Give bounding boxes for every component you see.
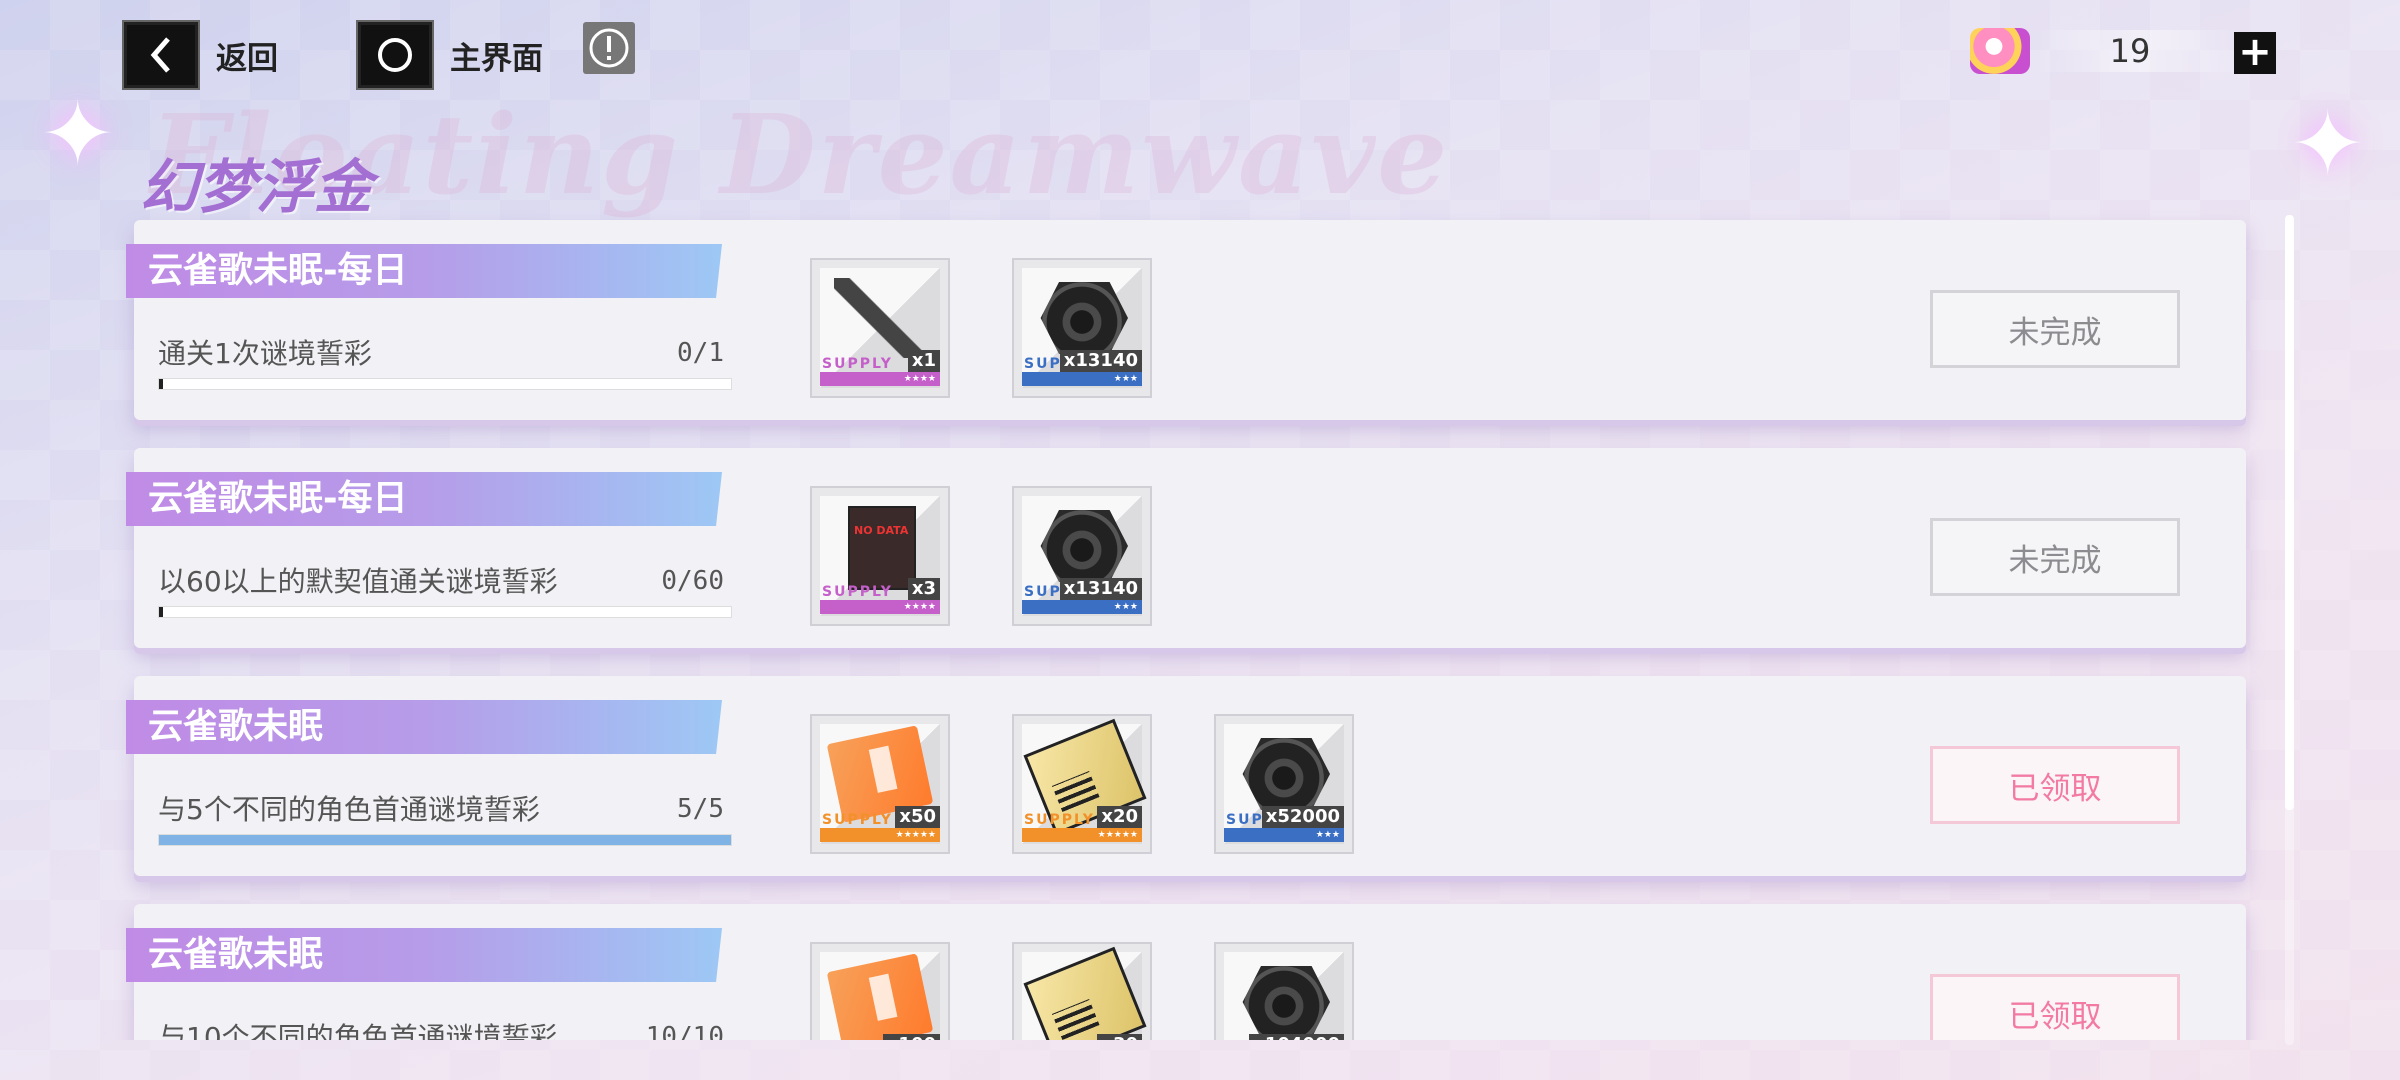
reward-quantity: x13140: [1059, 350, 1142, 372]
task-progress-text: 0/60: [661, 566, 724, 596]
reward-list: SUPPLY x100 ★★★★★ SUPPLY x30 ★★★★★ SUPPL…: [810, 942, 1354, 1040]
rarity-stars: ★★★★: [903, 374, 936, 384]
reward-quantity: x52000: [1261, 806, 1344, 828]
progress-fill: [159, 607, 163, 617]
reward-item[interactable]: SUPPLY x104000 ★★★: [1214, 942, 1354, 1040]
reward-item[interactable]: SUPPLY x13140 ★★★: [1012, 486, 1152, 626]
reward-item[interactable]: SUPPLY x3 ★★★★: [810, 486, 950, 626]
task-status-button[interactable]: 已领取: [1930, 746, 2180, 824]
reward-quantity: x13140: [1059, 578, 1142, 600]
reward-item[interactable]: SUPPLY x20 ★★★★★: [1012, 714, 1152, 854]
task-tag: 云雀歌未眠: [126, 700, 722, 754]
book-item-icon: [848, 506, 916, 590]
task-progress-bar: [158, 378, 732, 390]
task-tag: 云雀歌未眠: [126, 928, 722, 982]
task-tag: 云雀歌未眠-每日: [126, 244, 722, 298]
supply-label: SUPPLY: [822, 812, 893, 828]
reward-item[interactable]: SUPPLY x30 ★★★★★: [1012, 942, 1152, 1040]
reward-item[interactable]: SUPPLY x100 ★★★★★: [810, 942, 950, 1040]
task-card: 云雀歌未眠 与10个不同的角色首通谜境誓彩 10/10 SUPPLY x100 …: [126, 904, 2246, 1040]
reward-quantity: x3: [907, 578, 940, 600]
task-status-button[interactable]: 未完成: [1930, 290, 2180, 368]
reward-list: SUPPLY x3 ★★★★ SUPPLY x13140 ★★★: [810, 486, 1152, 626]
reward-item[interactable]: SUPPLY x50 ★★★★★: [810, 714, 950, 854]
task-list: 云雀歌未眠-每日 通关1次谜境誓彩 0/1 SUPPLY x1 ★★★★ SUP…: [0, 0, 2400, 1040]
task-description: 与10个不同的角色首通谜境誓彩: [158, 1021, 558, 1040]
task-description: 与5个不同的角色首通谜境誓彩: [158, 793, 540, 826]
reward-quantity: x30: [1097, 1034, 1142, 1040]
reward-quantity: x20: [1097, 806, 1142, 828]
reward-item[interactable]: SUPPLY x1 ★★★★: [810, 258, 950, 398]
rarity-stars: ★★★★: [903, 602, 936, 612]
progress-fill: [159, 835, 731, 845]
reward-quantity: x100: [882, 1034, 940, 1040]
task-progress-bar: [158, 834, 732, 846]
reward-quantity: x50: [895, 806, 940, 828]
task-description: 以60以上的默契值通关谜境誓彩: [158, 565, 558, 598]
task-progress-text: 5/5: [677, 794, 724, 824]
task-card: 云雀歌未眠-每日 以60以上的默契值通关谜境誓彩 0/60 SUPPLY x3 …: [126, 448, 2246, 648]
supply-label: SUPPLY: [822, 584, 893, 600]
progress-fill: [159, 379, 163, 389]
reward-list: SUPPLY x1 ★★★★ SUPPLY x13140 ★★★: [810, 258, 1152, 398]
rarity-stars: ★★★★★: [1097, 830, 1138, 840]
reward-list: SUPPLY x50 ★★★★★ SUPPLY x20 ★★★★★ SUPPLY…: [810, 714, 1354, 854]
reward-item[interactable]: SUPPLY x13140 ★★★: [1012, 258, 1152, 398]
pen-item-icon: [834, 278, 926, 358]
task-description: 通关1次谜境誓彩: [158, 337, 372, 370]
reward-item[interactable]: SUPPLY x52000 ★★★: [1214, 714, 1354, 854]
task-progress-text: 10/10: [645, 1022, 724, 1040]
rarity-stars: ★★★: [1113, 374, 1138, 384]
supply-label: SUPPLY: [1024, 812, 1095, 828]
rarity-stars: ★★★★★: [895, 830, 936, 840]
task-progress-bar: [158, 606, 732, 618]
task-progress-text: 0/1: [677, 338, 724, 368]
task-card: 云雀歌未眠-每日 通关1次谜境誓彩 0/1 SUPPLY x1 ★★★★ SUP…: [126, 220, 2246, 420]
supply-label: SUPPLY: [822, 356, 893, 372]
task-card: 云雀歌未眠 与5个不同的角色首通谜境誓彩 5/5 SUPPLY x50 ★★★★…: [126, 676, 2246, 876]
reward-quantity: x1: [907, 350, 940, 372]
task-status-button[interactable]: 未完成: [1930, 518, 2180, 596]
task-tag: 云雀歌未眠-每日: [126, 472, 722, 526]
reward-quantity: x104000: [1249, 1034, 1344, 1040]
rarity-stars: ★★★: [1113, 602, 1138, 612]
rarity-stars: ★★★: [1315, 830, 1340, 840]
task-status-button[interactable]: 已领取: [1930, 974, 2180, 1040]
